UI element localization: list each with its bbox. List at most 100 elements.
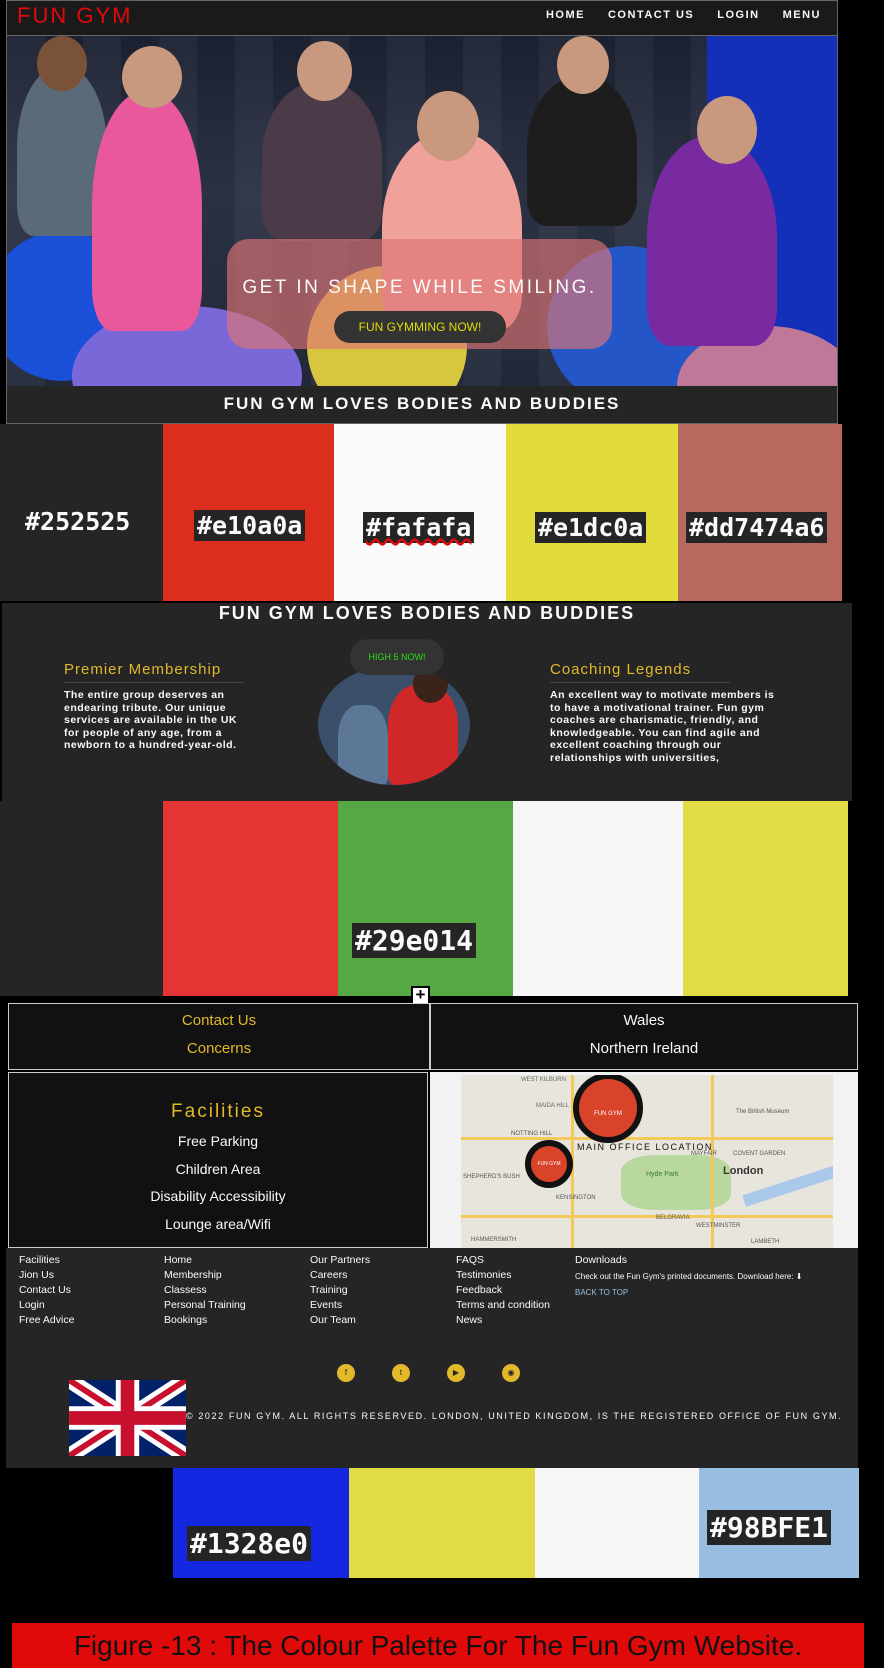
footer-link[interactable]: Personal Training <box>164 1299 246 1311</box>
person-3 <box>262 81 382 241</box>
person-3-head <box>297 41 352 101</box>
map-place: COVENT GARDEN <box>733 1151 786 1157</box>
premier-membership-text: The entire group deserves an endearing t… <box>64 689 238 751</box>
footer-link[interactable]: Jion Us <box>19 1269 74 1281</box>
footer-link[interactable]: Contact Us <box>19 1284 74 1296</box>
footer-link[interactable]: Home <box>164 1254 246 1266</box>
footer-link[interactable]: Training <box>310 1284 370 1296</box>
person-6 <box>647 136 777 346</box>
contact-links-box: Contact Us Concerns <box>8 1003 430 1070</box>
figure-caption: Figure -13 : The Colour Palette For The … <box>12 1623 864 1668</box>
footer-link[interactable]: Events <box>310 1299 370 1311</box>
back-to-top-link[interactable]: BACK TO TOP <box>575 1288 845 1297</box>
footer-link[interactable]: Terms and condition <box>456 1299 550 1311</box>
pin-label: FUN GYM <box>537 1161 561 1167</box>
premier-membership-heading: Premier Membership <box>64 661 244 683</box>
hex-label: #e10a0a <box>194 510 306 541</box>
coaching-legends-text: An excellent way to motivate members is … <box>550 689 775 764</box>
regions-box: Wales Northern Ireland <box>430 1003 858 1070</box>
image-figure <box>338 705 388 785</box>
uk-flag-graphic <box>69 1380 186 1456</box>
footer-link[interactable]: Careers <box>310 1269 370 1281</box>
facilities-list: Free Parking Children Area Disability Ac… <box>9 1128 427 1238</box>
swatch-1328e0 <box>173 1468 349 1578</box>
facilities-title: Facilities <box>171 1101 265 1122</box>
facebook-icon[interactable]: f <box>337 1364 355 1382</box>
fun-gym-pin-small[interactable]: FUN GYM <box>525 1140 573 1188</box>
map-city-label: London <box>723 1165 764 1177</box>
download-icon[interactable]: ⬇ <box>796 1272 803 1281</box>
footer-link[interactable]: Classess <box>164 1284 246 1296</box>
map-place: NOTTING HILL <box>511 1131 553 1137</box>
pin-label: FUN GYM <box>594 1111 622 1117</box>
top-navbar: FUN GYM HOME CONTACT US LOGIN MENU <box>6 0 838 36</box>
fun-gym-pin-large[interactable]: FUN GYM <box>573 1075 643 1143</box>
nav-contact-link[interactable]: CONTACT US <box>608 9 694 21</box>
location-map[interactable]: WEST KILBURN MAIDA HILL NOTTING HILL SHE… <box>461 1075 833 1248</box>
person-5 <box>527 76 637 226</box>
person-1-head <box>37 36 87 91</box>
footer-link[interactable]: Bookings <box>164 1314 246 1326</box>
twitter-icon[interactable]: t <box>392 1364 410 1382</box>
map-place: MAIDA HILL <box>536 1103 570 1109</box>
footer-link[interactable]: Free Advice <box>19 1314 74 1326</box>
footer-link[interactable]: FAQS <box>456 1254 550 1266</box>
nav-links: HOME CONTACT US LOGIN MENU <box>546 9 821 21</box>
premier-membership-card: Premier Membership The entire group dese… <box>64 661 254 752</box>
footer-link[interactable]: News <box>456 1314 550 1326</box>
map-road <box>461 1215 833 1218</box>
footer-link[interactable]: Feedback <box>456 1284 550 1296</box>
swatch-dark <box>0 801 163 996</box>
footer-column-2: Home Membership Classess Personal Traini… <box>164 1254 246 1326</box>
nav-menu-link[interactable]: MENU <box>783 9 821 21</box>
about-section: FUN GYM LOVES BODIES AND BUDDIES Premier… <box>2 603 852 801</box>
footer-link[interactable]: Our Team <box>310 1314 370 1326</box>
facility-item: Disability Accessibility <box>150 1188 286 1204</box>
youtube-icon[interactable]: ▶ <box>447 1364 465 1382</box>
footer-link[interactable]: Login <box>19 1299 74 1311</box>
footer-link[interactable]: Membership <box>164 1269 246 1281</box>
fun-gymming-button[interactable]: FUN GYMMING NOW! <box>334 311 506 343</box>
uk-flag-icon <box>69 1380 186 1456</box>
copyright-text: © 2022 FUN GYM. ALL RIGHTS RESERVED. LON… <box>186 1411 843 1421</box>
swatch-white <box>535 1468 699 1578</box>
concerns-link[interactable]: Concerns <box>9 1040 429 1057</box>
footer-link[interactable]: Testimonies <box>456 1269 550 1281</box>
footer-link[interactable]: Facilities <box>19 1254 74 1266</box>
map-road <box>461 1137 833 1140</box>
high-five-button[interactable]: HIGH 5 NOW! <box>350 639 444 675</box>
hex-label: #252525 <box>22 506 134 537</box>
map-place: SHEPHERD'S BUSH <box>463 1174 520 1180</box>
person-6-head <box>697 96 757 164</box>
footer-column-1: Facilities Jion Us Contact Us Login Free… <box>19 1254 74 1326</box>
contact-us-link[interactable]: Contact Us <box>9 1012 429 1029</box>
person-2 <box>92 91 202 331</box>
map-park <box>621 1155 731 1210</box>
footer-link[interactable]: Our Partners <box>310 1254 370 1266</box>
palette-row-1: #252525 #e10a0a #fafafa #e1dc0a #dd7474a… <box>0 424 842 601</box>
facility-item: Free Parking <box>177 1133 259 1149</box>
hero-callout: GET IN SHAPE WHILE SMILING. FUN GYMMING … <box>227 239 612 349</box>
map-place: WEST KILBURN <box>521 1077 566 1083</box>
palette-row-2: #29e014 <box>0 801 848 996</box>
map-place: The British Museum <box>736 1109 790 1115</box>
map-place: LAMBETH <box>751 1239 780 1245</box>
main-office-label: MAIN OFFICE LOCATION <box>577 1142 713 1152</box>
hex-label: #29e014 <box>352 923 477 958</box>
facilities-box: Facilities Free Parking Children Area Di… <box>8 1072 428 1248</box>
northern-ireland-link[interactable]: Northern Ireland <box>431 1040 857 1057</box>
downloads-text: Check out the Fun Gym's printed document… <box>575 1272 794 1281</box>
facility-item: Children Area <box>175 1160 261 1177</box>
swatch-red <box>163 801 338 996</box>
wales-link[interactable]: Wales <box>431 1012 857 1029</box>
nav-home-link[interactable]: HOME <box>546 9 585 21</box>
downloads-text-row: Check out the Fun Gym's printed document… <box>575 1272 845 1281</box>
person-4-head <box>417 91 479 161</box>
high-five-image <box>318 665 470 785</box>
map-place: Hyde Park <box>646 1171 679 1178</box>
swatch-yellow <box>349 1468 535 1578</box>
site-logo[interactable]: FUN GYM <box>17 3 132 29</box>
footer-downloads: Downloads Check out the Fun Gym's printe… <box>575 1254 845 1297</box>
instagram-icon[interactable]: ◉ <box>502 1364 520 1382</box>
nav-login-link[interactable]: LOGIN <box>717 9 759 21</box>
